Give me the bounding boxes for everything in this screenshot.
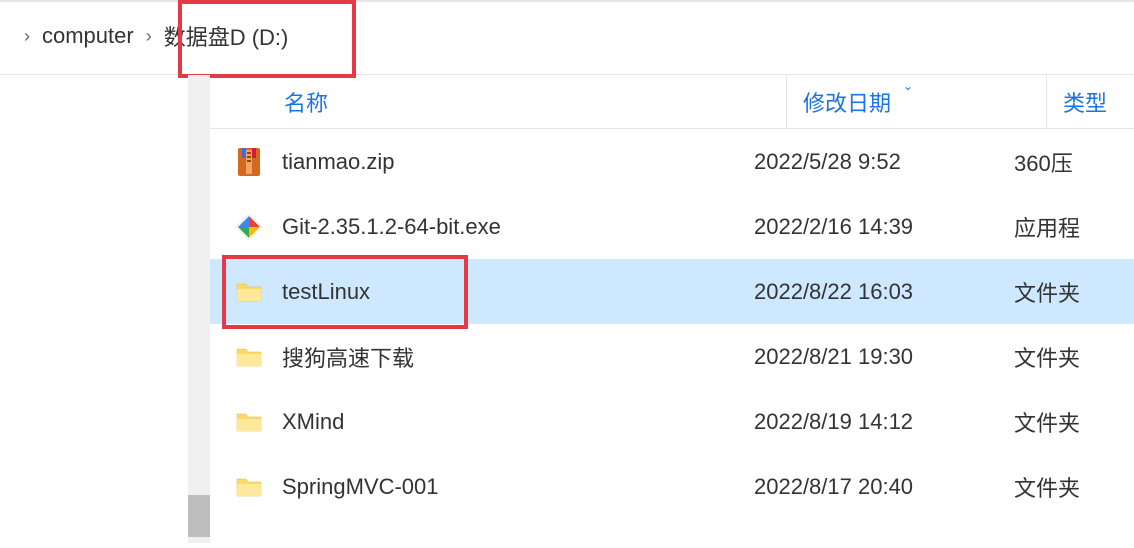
file-name: Git-2.35.1.2-64-bit.exe <box>282 214 501 240</box>
file-date: 2022/5/28 9:52 <box>738 149 998 175</box>
folder-icon <box>234 277 264 307</box>
sort-indicator-icon: ⌄ <box>903 79 913 93</box>
file-date: 2022/8/22 16:03 <box>738 279 998 305</box>
folder-icon <box>234 472 264 502</box>
file-row[interactable]: testLinux 2022/8/22 16:03 文件夹 <box>210 259 1134 324</box>
file-name-cell: testLinux <box>234 277 738 307</box>
column-header-date[interactable]: 修改日期 ⌄ <box>786 75 1046 128</box>
file-name: XMind <box>282 409 344 435</box>
file-row[interactable]: 搜狗高速下载 2022/8/21 19:30 文件夹 <box>210 324 1134 389</box>
folder-icon <box>234 342 264 372</box>
file-type: 文件夹 <box>998 406 1134 438</box>
file-name-cell: Git-2.35.1.2-64-bit.exe <box>234 212 738 242</box>
breadcrumb-item[interactable]: 数据盘D (D:) <box>164 20 289 52</box>
column-headers: 名称 修改日期 ⌄ 类型 <box>210 75 1134 129</box>
zip-icon <box>234 147 264 177</box>
column-header-type[interactable]: 类型 <box>1046 75 1134 128</box>
file-date: 2022/8/19 14:12 <box>738 409 998 435</box>
chevron-right-icon: › <box>146 26 152 47</box>
file-type: 文件夹 <box>998 276 1134 308</box>
file-row[interactable]: XMind 2022/8/19 14:12 文件夹 <box>210 389 1134 454</box>
file-name: tianmao.zip <box>282 149 395 175</box>
file-name-cell: XMind <box>234 407 738 437</box>
scrollbar-track[interactable] <box>188 75 210 543</box>
file-name-cell: SpringMVC-001 <box>234 472 738 502</box>
chevron-right-icon: › <box>24 26 30 47</box>
file-date: 2022/8/17 20:40 <box>738 474 998 500</box>
file-date: 2022/8/21 19:30 <box>738 344 998 370</box>
file-type: 文件夹 <box>998 341 1134 373</box>
file-name-cell: 搜狗高速下载 <box>234 341 738 373</box>
breadcrumb-item[interactable]: computer <box>42 23 134 49</box>
file-name: 搜狗高速下载 <box>282 341 414 373</box>
file-row[interactable]: Git-2.35.1.2-64-bit.exe 2022/2/16 14:39 … <box>210 194 1134 259</box>
content-area: 名称 修改日期 ⌄ 类型 <box>0 75 1134 543</box>
file-name: SpringMVC-001 <box>282 474 439 500</box>
sidebar-scroll-area <box>0 75 210 543</box>
exe-icon <box>234 212 264 242</box>
file-type: 360压 <box>998 146 1134 178</box>
scrollbar-thumb[interactable] <box>188 495 210 537</box>
column-header-date-label: 修改日期 <box>803 86 891 118</box>
column-header-name[interactable]: 名称 <box>284 86 786 118</box>
file-date: 2022/2/16 14:39 <box>738 214 998 240</box>
file-list: tianmao.zip 2022/5/28 9:52 360压 <box>210 129 1134 519</box>
file-name-cell: tianmao.zip <box>234 147 738 177</box>
file-type: 文件夹 <box>998 471 1134 503</box>
file-name: testLinux <box>282 279 370 305</box>
file-row[interactable]: tianmao.zip 2022/5/28 9:52 360压 <box>210 129 1134 194</box>
file-row[interactable]: SpringMVC-001 2022/8/17 20:40 文件夹 <box>210 454 1134 519</box>
breadcrumb: › computer › 数据盘D (D:) <box>0 2 1134 70</box>
folder-icon <box>234 407 264 437</box>
file-list-panel: 名称 修改日期 ⌄ 类型 <box>210 75 1134 543</box>
file-type: 应用程 <box>998 211 1134 243</box>
